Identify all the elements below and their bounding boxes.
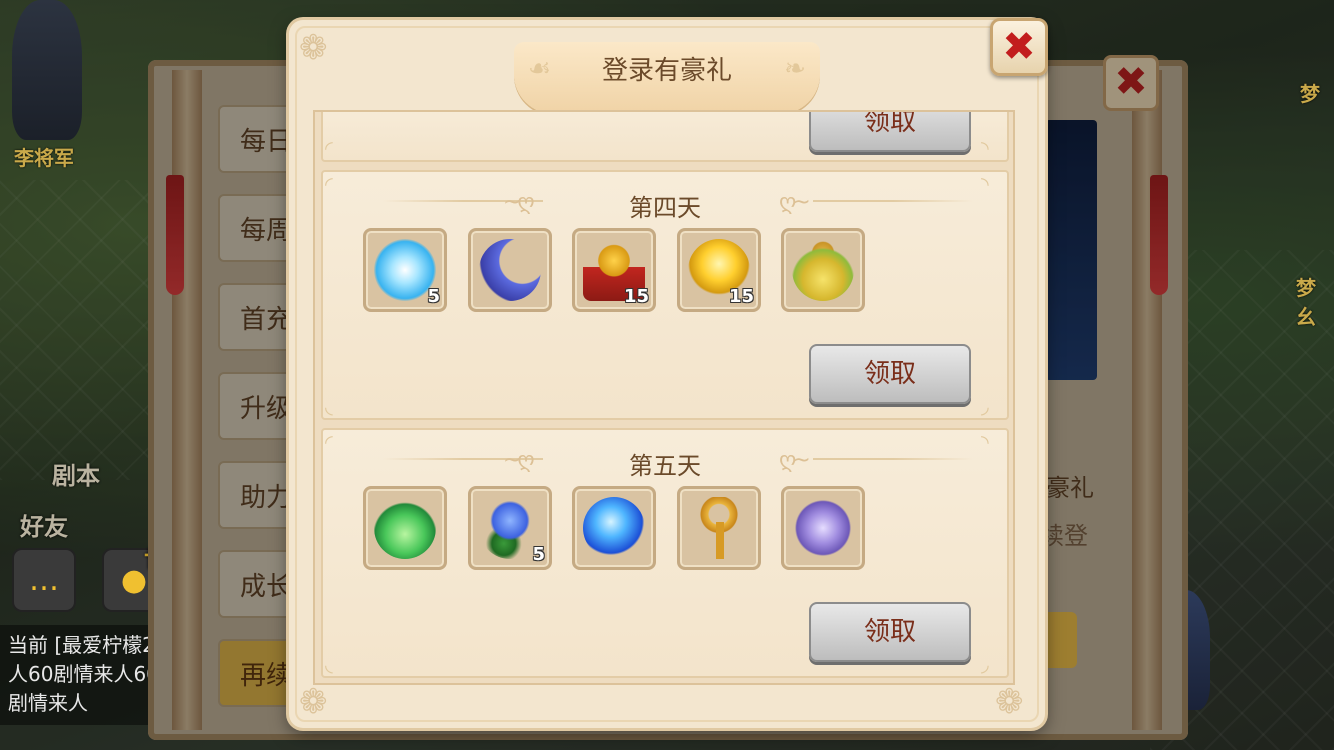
reward-item[interactable] [781, 228, 865, 312]
purple-stone-icon [792, 497, 854, 559]
swirl-ornament-icon: ❧ [784, 54, 806, 84]
reward-item[interactable] [468, 228, 552, 312]
reward-list-scroll[interactable]: ◜ ◝ 领取 ◜ ◝ ◟ ◞ ~ღ 第四天 ღ~ 5 15 15 领取 ◜ ◝ … [313, 110, 1015, 685]
chat-button[interactable]: … [12, 548, 76, 612]
corner-ornament-icon: ◞ [981, 394, 989, 418]
panel-pillar-right [1132, 70, 1162, 730]
reward-item[interactable] [572, 486, 656, 570]
day-card-5: ◜ ◝ ◟ ◞ ~ღ 第五天 ღ~ 5 领取 [321, 428, 1009, 678]
dungeon-label[interactable]: 剧本 [52, 456, 100, 491]
panel-pillar-left [172, 70, 202, 730]
item-count: 5 [427, 286, 440, 307]
cloud-ornament-icon: ღ~ [779, 190, 811, 215]
title-divider-right [813, 200, 973, 202]
item-count: 15 [623, 286, 649, 307]
tassel-right [1150, 175, 1168, 295]
corner-ornament-icon: ◜ [325, 136, 333, 160]
close-icon: ✖ [1114, 59, 1148, 105]
corner-ornament-icon: ◟ [325, 652, 333, 676]
day-card-4: ◜ ◝ ◟ ◞ ~ღ 第四天 ღ~ 5 15 15 领取 [321, 170, 1009, 420]
claim-button[interactable]: 领取 [809, 112, 971, 152]
corner-swirl-icon: ❁ [299, 28, 328, 68]
npc-left-name: 李将军 [14, 146, 74, 170]
corner-swirl-icon: ❁ [299, 682, 328, 722]
background-subtext-fragment: 续登 [1040, 522, 1088, 550]
item-count: 5 [532, 544, 545, 565]
reward-item[interactable]: 15 [572, 228, 656, 312]
background-banner-image [1045, 120, 1097, 380]
corner-ornament-icon: ◟ [325, 394, 333, 418]
reward-item[interactable]: 15 [677, 228, 761, 312]
blue-pearl-icon [583, 497, 645, 559]
corner-swirl-icon: ❁ [995, 682, 1024, 722]
green-fruit-icon [374, 497, 436, 559]
dialog-title: 登录有豪礼 [601, 56, 732, 86]
reward-item[interactable] [677, 486, 761, 570]
close-icon: ✖ [1002, 24, 1036, 70]
day-title: 第五天 [629, 452, 701, 480]
background-close-button[interactable]: ✖ [1103, 55, 1159, 111]
npc-right-top-name: 梦 [1300, 82, 1320, 106]
chat-bubble-icon: … [29, 562, 59, 598]
npc-general-figure[interactable] [12, 0, 82, 140]
close-button[interactable]: ✖ [990, 18, 1048, 76]
dialog-title-plate: ☙ 登录有豪礼 ❧ [514, 42, 820, 114]
npc-right-name: 梦幺 [1296, 276, 1316, 329]
crescent-moon-icon [479, 239, 541, 301]
cloud-ornament-icon: ღ~ [779, 448, 811, 473]
gourd-icon [792, 239, 854, 301]
tassel-left [166, 175, 184, 295]
reward-item[interactable] [363, 486, 447, 570]
reward-item[interactable]: 5 [468, 486, 552, 570]
day-title: 第四天 [629, 194, 701, 222]
golden-scepter-icon [688, 497, 750, 559]
corner-ornament-icon: ◞ [981, 652, 989, 676]
reward-item[interactable]: 5 [363, 228, 447, 312]
item-count: 15 [728, 286, 754, 307]
background-action-button[interactable] [1045, 612, 1077, 668]
corner-ornament-icon: ◝ [981, 136, 989, 160]
claim-button-day-4[interactable]: 领取 [809, 344, 971, 404]
background-heading-fragment: 豪礼 [1046, 474, 1094, 502]
swirl-ornament-icon: ☙ [528, 54, 552, 84]
friend-label[interactable]: 好友 [20, 507, 68, 542]
title-divider-right [813, 458, 973, 460]
reward-item[interactable] [781, 486, 865, 570]
day-card-partial: ◜ ◝ 领取 [321, 112, 1009, 162]
claim-button-day-5[interactable]: 领取 [809, 602, 971, 662]
